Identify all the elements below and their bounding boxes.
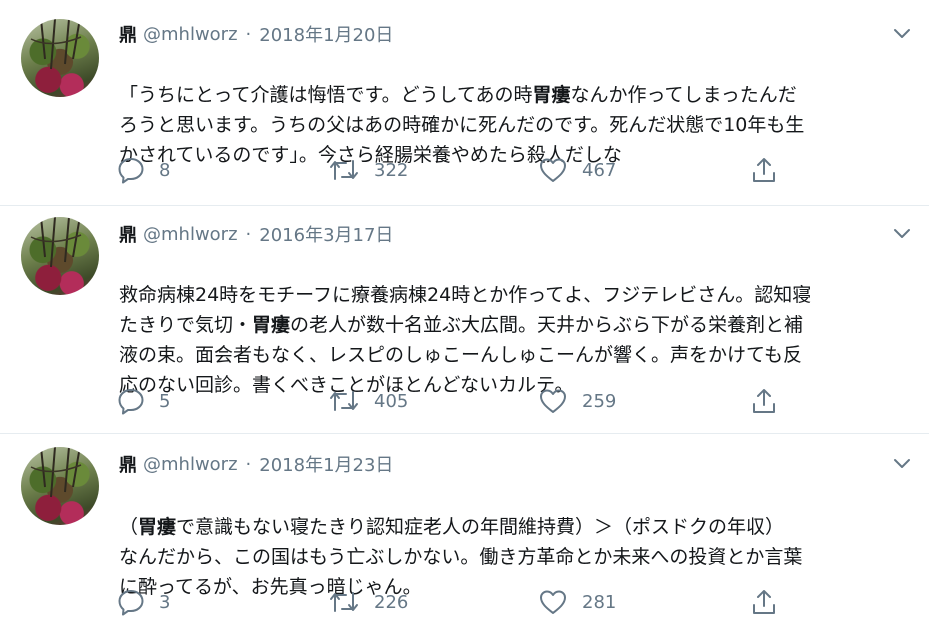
retweet-button[interactable]: 226	[328, 587, 408, 617]
tweet-text-bold: 胃瘻	[138, 516, 177, 538]
reply-button[interactable]: 3	[117, 587, 170, 617]
tweet-actions: 5 405 259	[117, 386, 787, 416]
reply-count: 3	[159, 591, 171, 613]
tweet-text-bold: 胃瘻	[532, 84, 571, 106]
retweet-button[interactable]: 405	[328, 386, 408, 416]
tweet-2[interactable]: 鼎 @mhlworz · 2016年3月17日 救命病棟24時をモチーフに療養病…	[0, 206, 929, 433]
like-count: 259	[582, 390, 617, 412]
reply-button[interactable]: 5	[117, 386, 170, 416]
like-count: 467	[582, 159, 617, 181]
tweet-text-bold: 胃瘻	[252, 314, 291, 336]
reply-button[interactable]: 8	[117, 155, 170, 185]
tweet-actions: 8 322 467	[117, 155, 787, 185]
retweet-icon	[330, 160, 358, 180]
tweet-text-part: （	[119, 516, 139, 538]
display-name[interactable]: 鼎	[119, 451, 137, 477]
retweet-count: 405	[374, 390, 409, 412]
reply-count: 8	[159, 159, 171, 181]
avatar[interactable]	[21, 217, 99, 295]
share-button[interactable]	[750, 587, 792, 617]
separator-dot: ·	[245, 223, 252, 245]
tweet-date[interactable]: 2018年1月23日	[259, 451, 393, 477]
like-button[interactable]: 259	[538, 386, 616, 416]
username[interactable]: @mhlworz	[143, 24, 238, 45]
tweet-text: 「うちにとって介護は悔悟です。どうしてあの時胃瘻なんか作ってしまったんだ ろうと…	[119, 50, 909, 170]
retweet-icon	[330, 592, 358, 612]
tweet-text: （胃瘻で意識もない寝たきり認知症老人の年間維持費）＞（ポスドクの年収） なんだか…	[119, 482, 909, 602]
tweet-header: 鼎 @mhlworz · 2018年1月23日	[119, 451, 393, 477]
tweet-text-part: で意識もない寝たきり認知症老人の年間維持費）＞（ポスドクの年収） なんだから、こ…	[119, 516, 803, 598]
display-name[interactable]: 鼎	[119, 21, 137, 47]
tweet-date[interactable]: 2018年1月20日	[259, 21, 393, 47]
chevron-down-icon[interactable]	[893, 28, 911, 40]
username[interactable]: @mhlworz	[143, 224, 238, 245]
tweet-header: 鼎 @mhlworz · 2016年3月17日	[119, 221, 393, 247]
display-name[interactable]: 鼎	[119, 221, 137, 247]
tweet-date[interactable]: 2016年3月17日	[259, 221, 393, 247]
share-button[interactable]	[750, 155, 792, 185]
share-button[interactable]	[750, 386, 792, 416]
like-count: 281	[582, 591, 617, 613]
avatar-image	[30, 19, 82, 70]
avatar-image	[30, 447, 82, 498]
tweet-text: 救命病棟24時をモチーフに療養病棟24時とか作ってよ、フジテレビさん。認知寝 た…	[119, 250, 909, 400]
separator-dot: ·	[245, 23, 252, 45]
share-icon	[753, 590, 775, 614]
avatar[interactable]	[21, 447, 99, 525]
reply-icon	[118, 590, 144, 616]
tweet-1[interactable]: 鼎 @mhlworz · 2018年1月20日 「うちにとって介護は悔悟です。ど…	[0, 0, 929, 205]
retweet-button[interactable]: 322	[328, 155, 408, 185]
share-icon	[753, 389, 775, 413]
chevron-down-icon[interactable]	[893, 458, 911, 470]
tweet-header: 鼎 @mhlworz · 2018年1月20日	[119, 21, 393, 47]
retweet-count: 322	[374, 159, 409, 181]
retweet-count: 226	[374, 591, 409, 613]
tweet-actions: 3 226 281	[117, 587, 787, 617]
heart-icon	[540, 389, 566, 413]
retweet-icon	[330, 391, 358, 411]
reply-icon	[118, 158, 144, 184]
separator-dot: ·	[245, 453, 252, 475]
like-button[interactable]: 281	[538, 587, 616, 617]
tweet-3[interactable]: 鼎 @mhlworz · 2018年1月23日 （胃瘻で意識もない寝たきり認知症…	[0, 434, 929, 628]
username[interactable]: @mhlworz	[143, 454, 238, 475]
chevron-down-icon[interactable]	[893, 228, 911, 240]
reply-count: 5	[159, 390, 171, 412]
avatar[interactable]	[21, 19, 99, 97]
like-button[interactable]: 467	[538, 155, 616, 185]
heart-icon	[540, 590, 566, 614]
reply-icon	[118, 389, 144, 415]
share-icon	[753, 158, 775, 182]
avatar-image	[30, 217, 82, 268]
tweet-text-part: 「うちにとって介護は悔悟です。どうしてあの時	[119, 84, 533, 106]
heart-icon	[540, 158, 566, 182]
